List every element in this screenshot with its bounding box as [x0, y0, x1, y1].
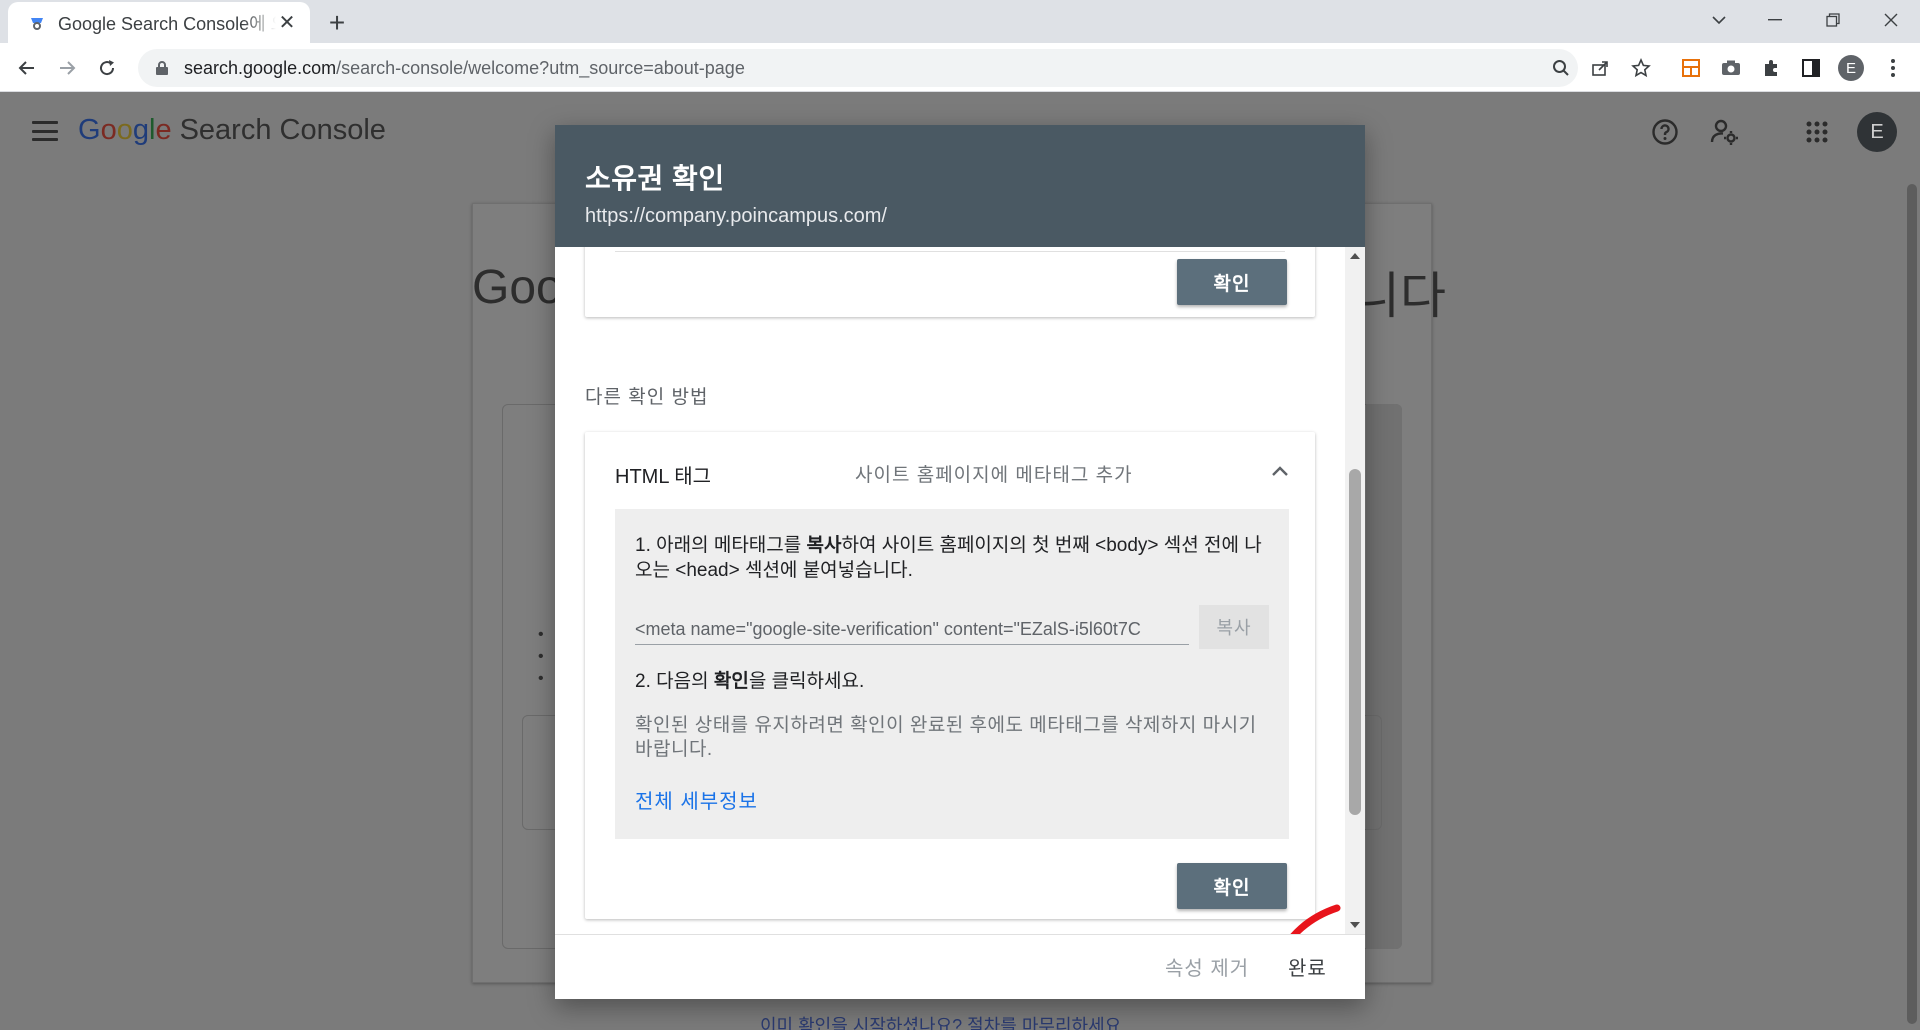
step-2-text: 2. 다음의 확인을 클릭하세요.: [635, 671, 865, 692]
red-checkmark-annotation-icon: [1290, 904, 1341, 934]
full-details-link[interactable]: 전체 세부정보: [635, 785, 758, 814]
step-1-text: 1. 아래의 메타태그를 복사하여 사이트 홈페이지의 첫 번째 <body> …: [635, 535, 1262, 581]
zoom-search-icon[interactable]: [1544, 51, 1578, 85]
other-methods-label: 다른 확인 방법: [585, 387, 709, 408]
screenshot-camera-icon[interactable]: [1714, 51, 1748, 85]
welcome-title-right: 니다: [1354, 268, 1446, 324]
keep-meta-tag-note: 확인된 상태를 유지하려면 확인이 완료된 후에도 메타태그를 삭제하지 마시기…: [635, 715, 1257, 760]
scroll-up-icon[interactable]: [1350, 253, 1360, 259]
dialog-scrollbar-thumb[interactable]: [1349, 469, 1361, 815]
apps-grid-icon[interactable]: [1800, 115, 1834, 149]
profile-button[interactable]: E: [1834, 51, 1868, 85]
recommended-method-card: 확인: [585, 247, 1315, 317]
share-icon[interactable]: [1584, 51, 1618, 85]
scroll-down-icon[interactable]: [1350, 922, 1360, 928]
meta-tag-row: <meta name="google-site-verification" co…: [635, 605, 1269, 651]
back-icon[interactable]: [10, 51, 44, 85]
search-console-favicon-icon: [28, 14, 46, 32]
dialog-title: 소유권 확인: [585, 163, 725, 194]
profile-avatar: E: [1838, 55, 1864, 81]
browser-menu-icon[interactable]: [1876, 51, 1910, 85]
html-tag-confirm-button[interactable]: 확인: [1177, 863, 1287, 909]
html-tag-description[interactable]: 사이트 홈페이지에 메타태그 추가: [855, 460, 1133, 487]
user-settings-icon[interactable]: [1708, 115, 1742, 149]
lock-icon[interactable]: [152, 58, 172, 78]
chevron-up-icon[interactable]: [1267, 458, 1293, 484]
page-scrollbar[interactable]: [1903, 174, 1920, 1030]
minimize-icon[interactable]: [1748, 0, 1802, 40]
html-tag-title[interactable]: HTML 태그: [615, 460, 711, 489]
address-bar[interactable]: search.google.com/search-console/welcome…: [138, 49, 1578, 87]
browser-tabstrip: Google Search Console에 오신 것을 환영합니다 ✕ +: [0, 0, 1920, 43]
recommended-confirm-button[interactable]: 확인: [1177, 259, 1287, 305]
ownership-verification-dialog: 소유권 확인 https://company.poincampus.com/ 확…: [555, 125, 1365, 999]
meta-tag-field[interactable]: <meta name="google-site-verification" co…: [635, 613, 1189, 645]
copy-button[interactable]: 복사: [1199, 605, 1269, 649]
restore-icon[interactable]: [1806, 0, 1860, 40]
remove-property-button[interactable]: 속성 제거: [1165, 952, 1249, 981]
url-text: search.google.com/search-console/welcome…: [184, 57, 745, 78]
tab-title: Google Search Console에 오신 것을 환영합니다: [58, 13, 276, 34]
extension-layout-icon[interactable]: [1674, 51, 1708, 85]
page-scrollbar-thumb[interactable]: [1907, 184, 1917, 1024]
forward-icon[interactable]: [50, 51, 84, 85]
dialog-property-url: https://company.poincampus.com/: [585, 205, 887, 227]
dialog-scrollbar[interactable]: [1345, 247, 1365, 934]
reload-icon[interactable]: [90, 51, 124, 85]
side-panel-icon[interactable]: [1794, 51, 1828, 85]
done-button[interactable]: 완료: [1288, 952, 1327, 981]
account-avatar[interactable]: E: [1857, 112, 1897, 152]
dialog-footer: 속성 제거 완료: [555, 934, 1365, 999]
dialog-header: 소유권 확인 https://company.poincampus.com/: [555, 125, 1365, 247]
html-tag-instructions: 1. 아래의 메타태그를 복사하여 사이트 홈페이지의 첫 번째 <body> …: [615, 509, 1289, 839]
property-type-panel-side: [1366, 404, 1402, 949]
bookmark-star-icon[interactable]: [1624, 51, 1658, 85]
browser-toolbar: search.google.com/search-console/welcome…: [0, 43, 1920, 92]
tab-close-icon[interactable]: ✕: [276, 12, 298, 34]
continue-verification-link[interactable]: 이미 확인을 시작하셨나요? 절차를 마무리하세요.: [760, 1012, 1126, 1030]
feature-bullets: • • •: [538, 626, 544, 687]
dialog-body: 확인 다른 확인 방법 HTML 태그 사이트 홈페이지에 메타태그 추가 1.…: [555, 247, 1365, 934]
welcome-title-left: Goo: [472, 261, 563, 314]
tab-search-icon[interactable]: [1692, 0, 1746, 40]
new-tab-icon[interactable]: +: [322, 7, 352, 38]
help-icon[interactable]: [1648, 115, 1682, 149]
main-menu-icon[interactable]: [30, 116, 60, 146]
search-console-logo[interactable]: Google Search Console: [78, 114, 386, 147]
html-tag-method-card: HTML 태그 사이트 홈페이지에 메타태그 추가 1. 아래의 메타태그를 복…: [585, 432, 1315, 919]
extensions-puzzle-icon[interactable]: [1754, 51, 1788, 85]
browser-tab[interactable]: Google Search Console에 오신 것을 환영합니다 ✕: [8, 2, 310, 43]
close-window-icon[interactable]: [1864, 0, 1918, 40]
divider: [615, 251, 1285, 252]
